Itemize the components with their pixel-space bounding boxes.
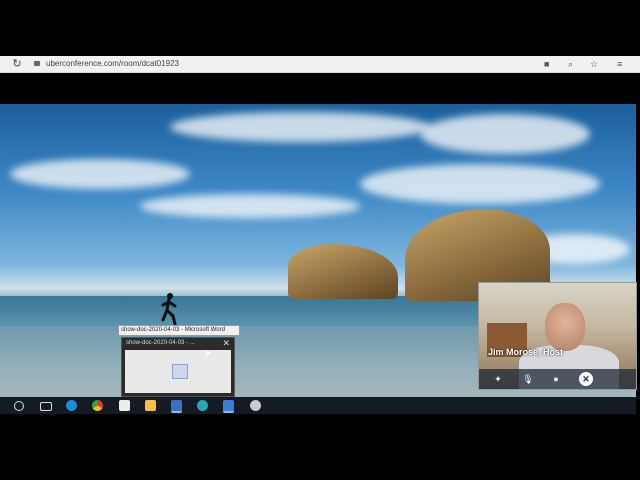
cloud xyxy=(140,194,360,218)
taskbar-window-preview[interactable]: show-doc-2020-04-03 - ... ✕ xyxy=(121,337,235,397)
edge-icon[interactable] xyxy=(66,400,77,411)
reload-icon[interactable]: ↻ xyxy=(10,56,24,72)
lock-icon xyxy=(34,61,40,67)
photos-icon[interactable] xyxy=(223,400,234,413)
word-icon[interactable] xyxy=(171,400,182,413)
extensions-icon[interactable]: ≡ xyxy=(617,56,622,72)
preview-content[interactable] xyxy=(125,350,231,393)
browser-toolbar: ↻ uberconference.com/room/dcat01923 ■ ⌕ … xyxy=(0,56,640,73)
task-view-icon[interactable] xyxy=(40,402,52,411)
pin-icon[interactable]: ✦ xyxy=(491,372,505,386)
rock-formation-left xyxy=(288,244,398,299)
host-name-label: Jim Morose, Host xyxy=(488,347,564,357)
star-icon[interactable]: ☆ xyxy=(590,56,598,72)
end-call-icon[interactable]: ✕ xyxy=(579,372,593,386)
cloud xyxy=(10,159,190,189)
taskbar-tooltip: show-doc-2020-04-03 - Microsoft Word xyxy=(118,325,240,336)
address-bar[interactable]: uberconference.com/room/dcat01923 xyxy=(34,57,514,71)
host-face xyxy=(545,303,585,351)
host-video-tile: Jim Morose, Host ✦ 🎙 ● ✕ xyxy=(478,282,637,390)
zoom-icon[interactable]: ⌕ xyxy=(568,56,573,72)
file-explorer-icon[interactable] xyxy=(145,400,156,411)
preview-title: show-doc-2020-04-03 - ... xyxy=(126,340,195,346)
cloud xyxy=(360,164,600,204)
store-icon[interactable] xyxy=(119,400,130,411)
cortana-icon[interactable] xyxy=(14,401,24,411)
microphone-icon[interactable]: 🎙 xyxy=(521,372,535,386)
cloud xyxy=(170,112,430,142)
app-icon[interactable] xyxy=(250,400,261,411)
user-icon[interactable]: ● xyxy=(549,372,563,386)
edge-dev-icon[interactable] xyxy=(197,400,208,411)
video-controls: ✦ 🎙 ● ✕ xyxy=(479,369,636,389)
url-text: uberconference.com/room/dcat01923 xyxy=(46,59,179,68)
preview-close-button[interactable]: ✕ xyxy=(222,338,230,349)
document-icon xyxy=(172,364,188,379)
windows-taskbar xyxy=(0,397,636,414)
camera-icon[interactable]: ■ xyxy=(544,56,549,72)
chrome-icon[interactable] xyxy=(92,400,103,411)
mouse-cursor-icon: ➤ xyxy=(204,348,212,358)
runner-silhouette xyxy=(161,293,177,326)
cloud xyxy=(420,114,590,154)
